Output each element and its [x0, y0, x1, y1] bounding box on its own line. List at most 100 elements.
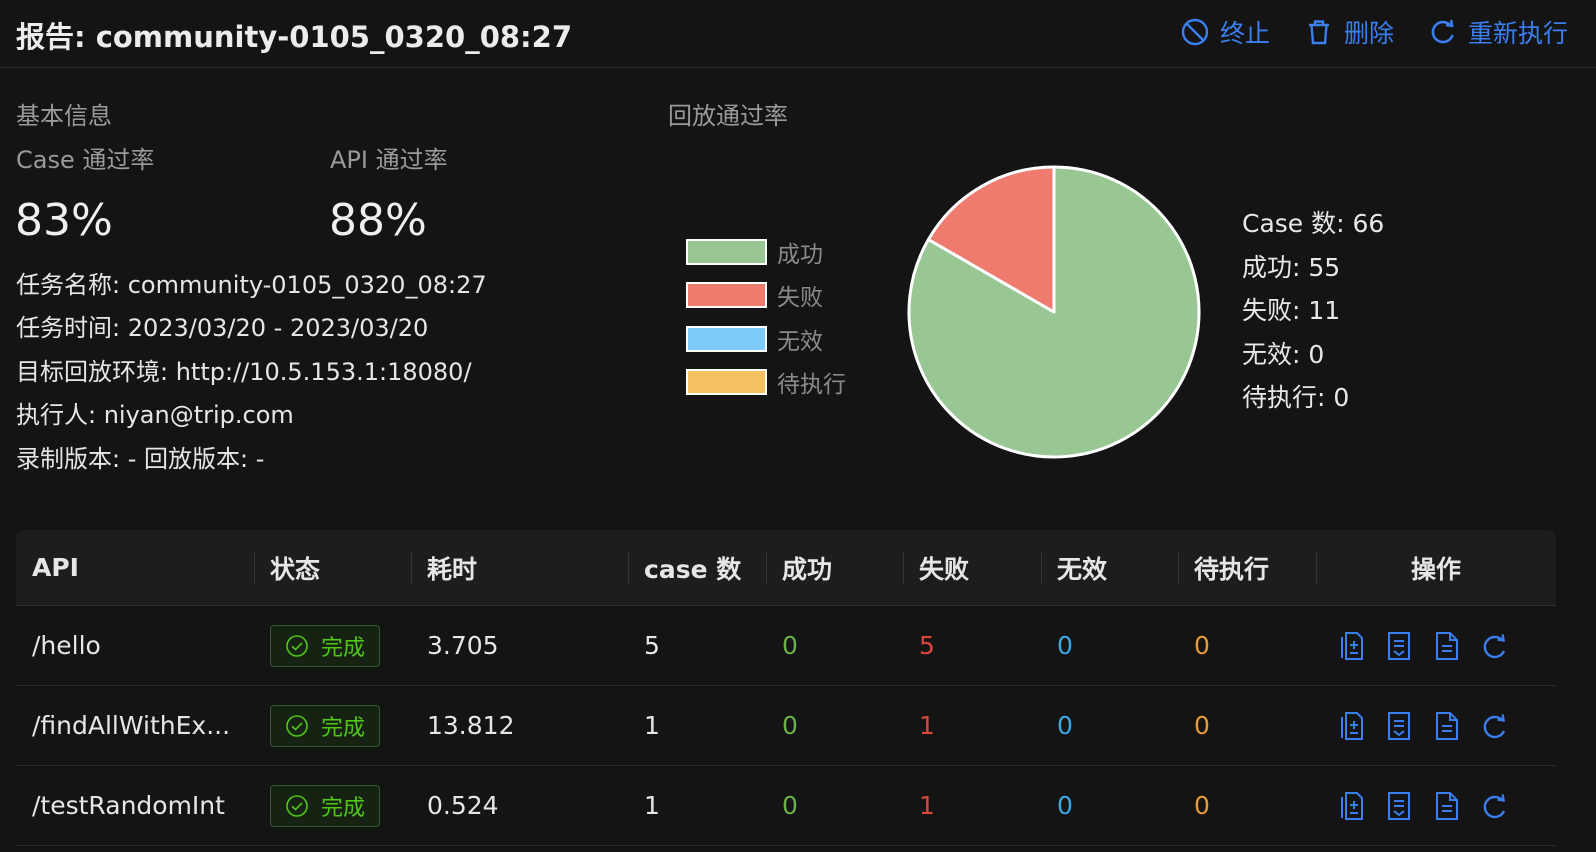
fail-count: 5 [919, 631, 935, 660]
col-fail: 失败 [903, 530, 1041, 605]
status-cell: 完成 [254, 606, 411, 685]
legend-label: 成功 [777, 241, 823, 268]
replay-rate-title: 回放通过率 [668, 102, 788, 130]
legend-item-success[interactable]: 成功 [686, 230, 846, 274]
file-done-icon[interactable] [1386, 631, 1412, 661]
api-rate-label: API 通过率 [330, 146, 448, 174]
executor: 执行人: niyan@trip.com [16, 401, 294, 429]
legend-swatch [686, 325, 767, 352]
check-circle-icon [286, 714, 308, 737]
versions: 录制版本: - 回放版本: - [16, 445, 265, 473]
api-path: /testRandomInt [32, 791, 225, 820]
status-label: 完成 [321, 635, 366, 661]
status-cell: 完成 [254, 686, 411, 765]
legend-item-pending[interactable]: 待执行 [686, 361, 846, 405]
invalid-count: 0 [1057, 791, 1073, 820]
legend-swatch [686, 369, 767, 396]
count-invalid: 无效: 0 [1242, 339, 1325, 369]
check-circle-icon [286, 794, 308, 817]
table-row: /testRandomInt 完成 0.524 1 0 1 0 0 [16, 766, 1556, 846]
status-cell: 完成 [254, 766, 411, 845]
file-diff-icon[interactable] [1338, 711, 1364, 741]
file-text-icon[interactable] [1434, 631, 1460, 661]
invalid-count: 0 [1057, 631, 1073, 660]
count-total: Case 数: 66 [1242, 209, 1385, 238]
duration: 13.812 [427, 711, 515, 740]
redo-icon[interactable] [1482, 791, 1508, 821]
delete-label: 删除 [1343, 19, 1394, 48]
duration: 0.524 [427, 791, 499, 820]
stop-button[interactable]: 终止 [1180, 14, 1270, 50]
page-header: 报告: community-0105_0320_08:27 终止 删除 重新执行 [0, 0, 1596, 68]
legend-item-invalid[interactable]: 无效 [686, 317, 846, 361]
col-time: 耗时 [411, 530, 628, 605]
api-path: /hello [32, 631, 101, 660]
stop-label: 终止 [1219, 19, 1270, 48]
col-status: 状态 [254, 530, 411, 605]
legend-label: 无效 [777, 328, 823, 355]
rerun-label: 重新执行 [1467, 19, 1568, 48]
page-title: 报告: community-0105_0320_08:27 [16, 20, 573, 54]
api-table: API 状态 耗时 case 数 成功 失败 无效 待执行 操作 /hello … [16, 530, 1556, 846]
legend-swatch [686, 282, 767, 309]
redo-icon[interactable] [1482, 631, 1508, 661]
fail-count: 1 [919, 791, 935, 820]
api-rate-value: 88% [329, 195, 427, 246]
row-actions [1316, 766, 1556, 845]
status-label: 完成 [321, 715, 366, 741]
fail-count: 1 [919, 711, 935, 740]
header-actions: 终止 删除 重新执行 [1180, 14, 1568, 50]
status-badge: 完成 [270, 784, 381, 827]
invalid-count: 0 [1057, 711, 1073, 740]
col-invalid: 无效 [1041, 530, 1178, 605]
status-badge: 完成 [270, 624, 381, 667]
case-rate-value: 83% [15, 195, 113, 246]
delete-button[interactable]: 删除 [1304, 14, 1394, 50]
file-text-icon[interactable] [1434, 791, 1460, 821]
file-done-icon[interactable] [1386, 711, 1412, 741]
col-actions: 操作 [1316, 530, 1556, 605]
case-count: 5 [644, 631, 660, 660]
row-actions [1316, 606, 1556, 685]
success-count: 0 [782, 631, 798, 660]
success-count: 0 [782, 711, 798, 740]
pending-count: 0 [1194, 711, 1210, 740]
table-header: API 状态 耗时 case 数 成功 失败 无效 待执行 操作 [16, 530, 1556, 606]
file-diff-icon[interactable] [1338, 791, 1364, 821]
count-fail: 失败: 11 [1242, 296, 1341, 325]
trash-icon [1308, 20, 1329, 45]
file-text-icon[interactable] [1434, 711, 1460, 741]
legend-swatch [686, 238, 767, 265]
case-count: 1 [644, 791, 660, 820]
status-badge: 完成 [270, 704, 381, 747]
file-done-icon[interactable] [1386, 791, 1412, 821]
status-label: 完成 [321, 795, 366, 821]
target-env: 目标回放环境: http://10.5.153.1:18080/ [16, 358, 472, 386]
col-cases: case 数 [628, 530, 766, 605]
rerun-button[interactable]: 重新执行 [1428, 14, 1568, 50]
table-row: /findAllWithEx... 完成 13.812 1 0 1 0 0 [16, 686, 1556, 766]
row-actions [1316, 686, 1556, 765]
table-row: /hello 完成 3.705 5 0 5 0 0 [16, 606, 1556, 686]
case-counts: Case 数: 66 成功: 55 失败: 11 无效: 0 待执行: 0 [1242, 206, 1384, 424]
col-pending: 待执行 [1178, 530, 1316, 605]
api-path: /findAllWithEx... [32, 711, 231, 740]
pending-count: 0 [1194, 631, 1210, 660]
pie-chart-svg [907, 165, 1201, 459]
success-count: 0 [782, 791, 798, 820]
case-count: 1 [644, 711, 660, 740]
basic-info-title: 基本信息 [16, 102, 112, 130]
stop-icon [1181, 18, 1209, 46]
task-name: 任务名称: community-0105_0320_08:27 [16, 271, 487, 299]
legend-item-fail[interactable]: 失败 [686, 274, 846, 318]
redo-icon[interactable] [1482, 711, 1508, 741]
file-diff-icon[interactable] [1338, 631, 1364, 661]
check-circle-icon [286, 634, 308, 657]
legend-label: 待执行 [777, 372, 846, 399]
chart-legend: 成功 失败 无效 待执行 [686, 230, 846, 404]
redo-icon [1431, 19, 1454, 44]
legend-label: 失败 [777, 285, 823, 312]
col-api: API [32, 553, 79, 582]
pending-count: 0 [1194, 791, 1210, 820]
count-pending: 待执行: 0 [1242, 383, 1350, 412]
